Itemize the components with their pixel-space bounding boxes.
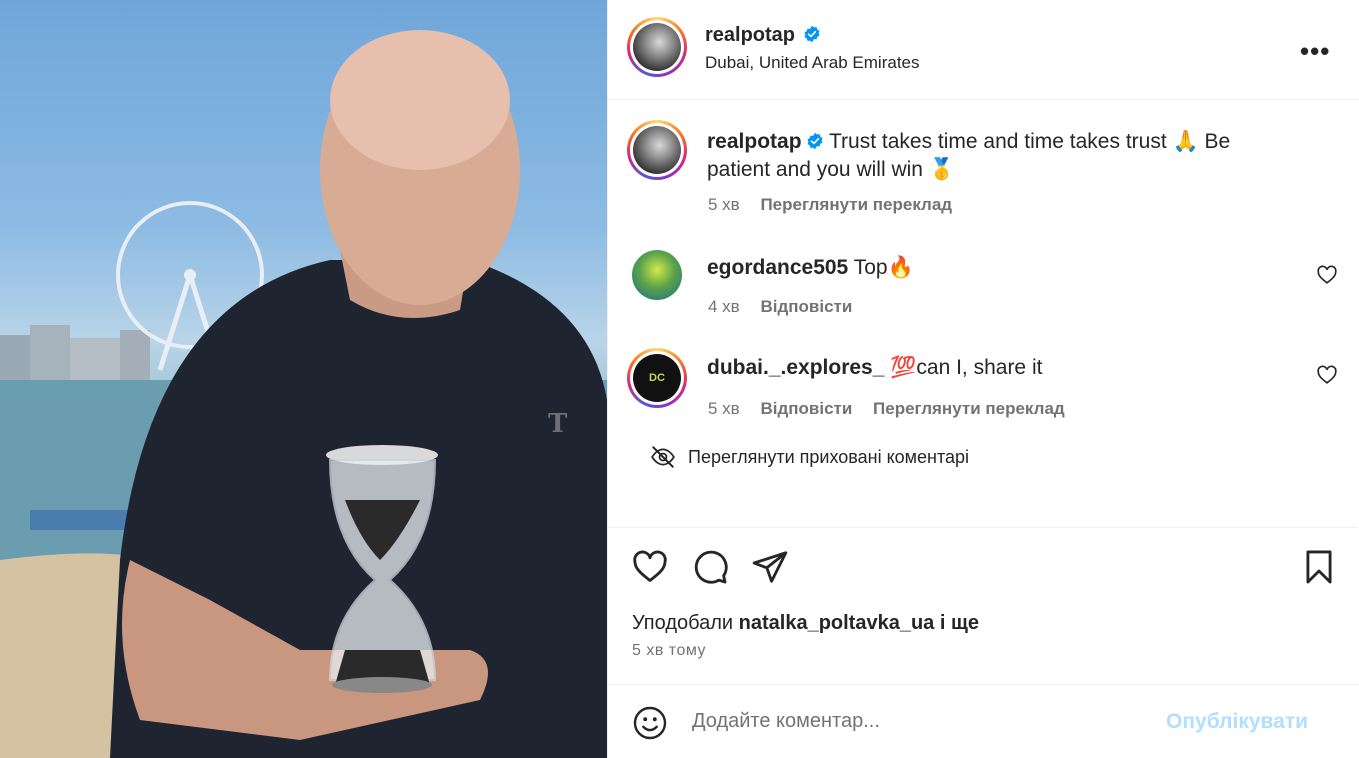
post-panel: realpotap Dubai, United Arab Emirates ••… (607, 0, 1359, 758)
likes-summary: Уподобали natalka_poltavka_ua і ще (632, 612, 979, 635)
reply-button[interactable]: Відповісти (760, 297, 852, 316)
share-icon[interactable] (751, 548, 789, 586)
comment-avatar[interactable] (632, 250, 682, 300)
comment-text: egordance505 Top🔥 (707, 254, 1267, 282)
comment-body: 💯can I, share it (884, 356, 1043, 379)
view-hidden-comments[interactable]: Переглянути приховані коментарі (650, 444, 969, 470)
caption-meta: 5 хв Переглянути переклад (708, 195, 968, 215)
comment-avatar[interactable]: DC (627, 348, 687, 408)
post-timestamp[interactable]: 5 хв тому (632, 642, 706, 660)
svg-text:T: T (548, 409, 568, 439)
bookmark-icon[interactable] (1300, 548, 1338, 586)
author-name-row: realpotap (705, 24, 821, 47)
likes-more-link[interactable]: і ще (934, 612, 979, 634)
comment-text: dubai._.explores_ 💯can I, share it (707, 354, 1267, 382)
dubai-city-logo: DC (633, 354, 681, 402)
post-actions: Уподобали natalka_poltavka_ua і ще 5 хв … (608, 527, 1358, 685)
comment-meta: 4 хв Відповісти (708, 297, 868, 317)
more-options-button[interactable]: ••• (1300, 36, 1330, 67)
caption-translate-link[interactable]: Переглянути переклад (760, 195, 952, 214)
photo-illustration: T (0, 30, 607, 758)
author-avatar[interactable] (627, 17, 687, 77)
comment-username[interactable]: dubai._.explores_ (707, 356, 884, 379)
caption-username[interactable]: realpotap (707, 130, 802, 153)
caption-text: realpotap Trust takes time and time take… (707, 128, 1267, 184)
emoji-icon[interactable] (632, 705, 668, 741)
verified-icon (807, 132, 823, 150)
comment-username[interactable]: egordance505 (707, 256, 848, 279)
reply-button[interactable]: Відповісти (760, 399, 852, 418)
comment-time[interactable]: 4 хв (708, 297, 740, 316)
post-header: realpotap Dubai, United Arab Emirates ••… (608, 0, 1358, 100)
caption-avatar[interactable] (627, 120, 687, 180)
add-comment-bar: Опублікувати (608, 686, 1358, 758)
comment-icon[interactable] (691, 548, 729, 586)
comment-like-heart-icon[interactable] (1316, 364, 1338, 386)
likes-prefix: Уподобали (632, 612, 739, 634)
view-hidden-comments-label: Переглянути приховані коментарі (688, 446, 970, 467)
heart-icon[interactable] (631, 548, 669, 586)
comment-input[interactable] (692, 710, 1152, 733)
post-location[interactable]: Dubai, United Arab Emirates (705, 53, 920, 73)
author-username[interactable]: realpotap (705, 24, 795, 46)
comment-like-heart-icon[interactable] (1316, 264, 1338, 286)
caption-time[interactable]: 5 хв (708, 195, 740, 214)
comment-translate-link[interactable]: Переглянути переклад (873, 399, 1065, 418)
comment-body: Top🔥 (848, 256, 914, 279)
verified-icon (804, 25, 820, 43)
comment-time[interactable]: 5 хв (708, 399, 740, 418)
comment-meta: 5 хв Відповісти Переглянути переклад (708, 399, 1081, 419)
post-comment-button[interactable]: Опублікувати (1166, 710, 1308, 734)
post-photo[interactable]: T (0, 0, 607, 758)
eye-slash-icon (651, 446, 675, 468)
likes-user-link[interactable]: natalka_poltavka_ua (739, 612, 935, 634)
